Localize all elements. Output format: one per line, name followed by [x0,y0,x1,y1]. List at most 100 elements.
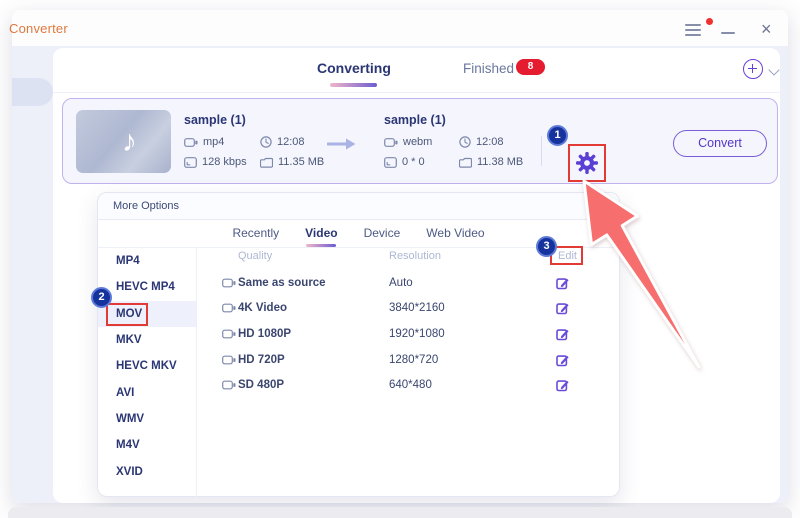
format-label: XVID [116,466,143,478]
more-options-tab[interactable]: Video [305,220,337,248]
quality-table-row[interactable]: HD 720P 1280*720 [197,347,621,373]
target-file-name: sample (1) [384,113,446,127]
annotation-step-1: 1 [547,125,568,146]
more-options-header: More Options [98,193,619,220]
clock-icon [459,136,471,148]
source-duration-label: 12:08 [277,136,305,148]
edit-icon[interactable] [556,276,569,289]
target-format: webm [384,136,432,148]
edit-icon[interactable] [556,302,569,315]
resolution-label: 640*480 [389,379,432,391]
quality-label: HD 720P [238,354,285,366]
tabs-divider [53,92,780,93]
camera-icon [222,328,236,339]
quality-table-row[interactable]: HD 1080P 1920*1080 [197,321,621,347]
camera-icon [222,354,236,365]
camera-icon [384,137,398,148]
aspect-ratio-icon [384,157,397,168]
active-tab-underline [330,83,377,87]
file-thumbnail: ♪ [76,110,171,173]
window-titlebar: Converter × [12,10,788,46]
format-list-item[interactable]: M4V [98,432,196,458]
clock-icon [260,136,272,148]
chevron-down-icon[interactable] [768,64,779,75]
app-window: Converter × Converting Finished 8 [12,10,788,503]
quality-table: Quality Resolution Edit Same as source A… [197,248,621,498]
format-list-item[interactable]: HEVC MP4 [98,274,196,300]
music-note-icon: ♪ [122,125,137,159]
column-header-resolution: Resolution [389,250,441,262]
quality-label: SD 480P [238,379,284,391]
format-label: HEVC MP4 [116,281,175,293]
close-icon[interactable]: × [761,19,772,40]
source-format: mp4 [184,136,224,148]
camera-icon [184,137,198,148]
more-options-tab[interactable]: Device [364,220,401,248]
quality-table-row[interactable]: 4K Video 3840*2160 [197,296,621,322]
quality-table-row[interactable]: SD 480P 640*480 [197,372,621,398]
add-files-icon[interactable] [743,59,763,79]
finished-count-badge: 8 [516,59,545,75]
quality-rows: Same as source Auto 4K Video 3840*2160 [197,270,621,398]
convert-button[interactable]: Convert [673,130,767,157]
background-page-edge [8,507,792,518]
target-duration: 12:08 [459,136,504,148]
target-resolution: 0 * 0 [384,156,425,168]
aspect-ratio-icon [184,157,197,168]
target-resolution-label: 0 * 0 [402,156,425,168]
menu-bar [685,34,701,36]
target-size: 11.38 MB [459,156,523,168]
screenshot-stage: Converter × Converting Finished 8 [0,0,800,518]
source-duration: 12:08 [260,136,305,148]
source-size-label: 11.35 MB [278,156,324,168]
edit-icon[interactable] [556,379,569,392]
folder-icon [459,157,472,168]
format-list: MP4 HEVC MP4 MOV MKV [98,248,197,498]
sidebar-peek-block [12,78,53,106]
format-list-item[interactable]: AVI [98,379,196,405]
format-label: HEVC MKV [116,360,177,372]
source-size: 11.35 MB [260,156,324,168]
app-title: Converter [9,21,68,36]
quality-label: HD 1080P [238,328,291,340]
format-list-item[interactable]: MP4 [98,248,196,274]
gear-icon[interactable] [575,151,599,175]
notification-dot [706,18,713,25]
menu-bar [685,29,701,31]
more-options-panel: More Options Recently Video Device Web V… [97,192,620,497]
quality-label: Same as source [238,277,326,289]
target-size-label: 11.38 MB [477,156,523,168]
main-card: Converting Finished 8 ♪ sample (1) [53,48,780,503]
plus-v [752,64,754,73]
source-file-name: sample (1) [184,113,246,127]
more-options-tab[interactable]: Web Video [426,220,484,248]
edit-icon[interactable] [556,327,569,340]
annotation-step-2: 2 [91,287,112,308]
format-label: AVI [116,387,134,399]
format-list-item[interactable]: HEVC MKV [98,353,196,379]
format-label: MP4 [116,255,140,267]
format-list-item[interactable]: MKV [98,327,196,353]
quality-table-row[interactable]: Same as source Auto [197,270,621,296]
tab-finished[interactable]: Finished [463,61,514,76]
format-list-item[interactable]: XVID [98,458,196,484]
more-options-tab[interactable]: Recently [232,220,279,248]
source-bitrate: 128 kbps [184,156,247,168]
menu-bar [685,24,701,26]
source-format-label: mp4 [203,136,224,148]
arrow-right-icon [327,137,357,151]
camera-icon [222,380,236,391]
format-list-item[interactable]: WMV [98,406,196,432]
format-label: MKV [116,334,142,346]
resolution-label: Auto [389,277,413,289]
quality-label: 4K Video [238,302,287,314]
source-bitrate-label: 128 kbps [202,156,247,168]
more-options-title: More Options [113,200,179,212]
divider [541,136,542,166]
tab-converting[interactable]: Converting [317,60,391,76]
edit-icon[interactable] [556,353,569,366]
annotation-box-mov [106,303,148,326]
minimize-icon[interactable] [721,32,735,34]
target-format-label: webm [403,136,432,148]
hamburger-menu-icon[interactable] [685,24,701,39]
